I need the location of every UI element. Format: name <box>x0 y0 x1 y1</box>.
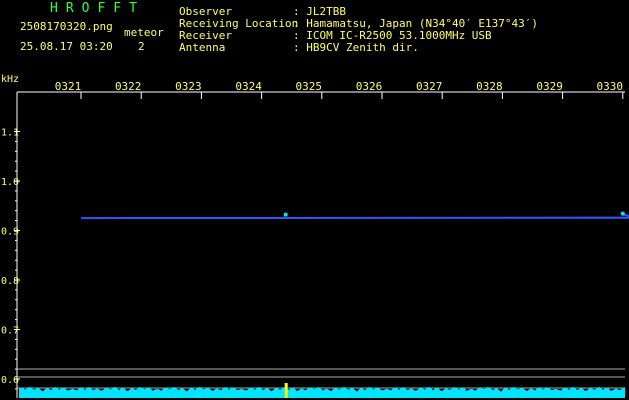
meteor-echo <box>283 212 288 217</box>
y-tick-label: 0.9 <box>1 227 19 238</box>
y-tick-label: 0.6 <box>1 375 19 386</box>
x-tick-label: 0324 <box>235 80 262 93</box>
spectrogram-plot: kHz 0321 0322 0323 0324 0325 0326 0327 0328 0329 0… <box>1 74 629 398</box>
spectrum-band <box>19 387 625 398</box>
x-tick-label: 0330 <box>597 80 624 93</box>
x-tick-label: 0325 <box>296 80 323 93</box>
y-tick-label: 1.1 <box>1 128 19 139</box>
meteor-echo <box>620 211 625 216</box>
x-tick-label: 0327 <box>416 80 443 93</box>
x-tick-label: 0329 <box>536 80 563 93</box>
x-tick-label: 0321 <box>55 80 82 93</box>
carrier-trace <box>80 213 629 220</box>
y-tick-label: 1.0 <box>1 177 19 188</box>
x-tick-label: 0326 <box>356 80 383 93</box>
x-tick-label: 0323 <box>175 80 202 93</box>
x-tick-label: 0328 <box>476 80 503 93</box>
y-axis-label: kHz <box>1 74 19 85</box>
spectrum-spike <box>284 383 288 398</box>
y-tick-label: 0.7 <box>1 326 19 337</box>
y-tick-label: 0.8 <box>1 276 19 287</box>
x-tick-label: 0322 <box>115 80 142 93</box>
